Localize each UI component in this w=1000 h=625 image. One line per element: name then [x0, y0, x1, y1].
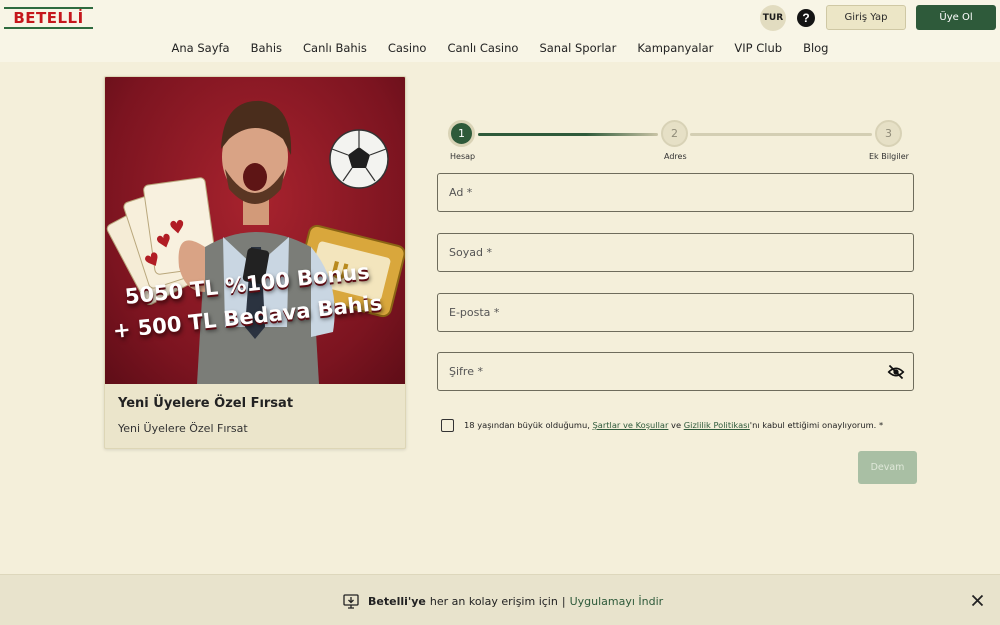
site-header: BETELLİ TUR ? Giriş Yap Üye Ol Ana Sayfa…: [0, 0, 1000, 62]
consent-text: 18 yaşından büyük olduğumu, Şartlar ve K…: [464, 420, 883, 430]
nav-item-vip-club[interactable]: VIP Club: [734, 40, 782, 56]
terms-link[interactable]: Şartlar ve Koşullar: [593, 420, 669, 430]
app-download-banner: Betelli'ye her an kolay erişim için | Uy…: [0, 574, 1000, 625]
first-name-input[interactable]: [438, 174, 913, 211]
nav-item-ana-sayfa[interactable]: Ana Sayfa: [172, 40, 230, 56]
close-icon[interactable]: [971, 594, 984, 607]
password-field-wrapper: [437, 352, 914, 391]
banner-text: her an kolay erişim için: [429, 594, 558, 608]
step-3-indicator: 3: [875, 120, 902, 147]
consent-row: 18 yaşından büyük olduğumu, Şartlar ve K…: [441, 418, 911, 432]
monitor-download-icon: [343, 593, 359, 609]
svg-text:♥: ♥: [168, 216, 187, 239]
consent-checkbox[interactable]: [441, 418, 454, 432]
nav-item-canli-casino[interactable]: Canlı Casino: [447, 40, 518, 56]
step-2-indicator: 2: [661, 120, 688, 147]
consent-and: ve: [668, 420, 684, 430]
banner-brand: Betelli'ye: [368, 594, 426, 608]
promo-banner-image: ♥ ♥ ♥ U 5050 TL %100 Bonus + 500 TL Beda…: [105, 77, 405, 384]
login-button[interactable]: Giriş Yap: [826, 5, 906, 30]
nav-item-blog[interactable]: Blog: [803, 40, 828, 56]
betelli-logo[interactable]: BETELLİ: [4, 7, 93, 29]
logo-text: BETELLİ: [13, 8, 84, 27]
privacy-link[interactable]: Gizlilik Politikası: [684, 420, 750, 430]
step-1-label: Hesap: [450, 152, 476, 161]
nav-item-sanal-sporlar[interactable]: Sanal Sporlar: [539, 40, 616, 56]
last-name-input[interactable]: [438, 234, 913, 271]
email-field-wrapper: [437, 293, 914, 332]
continue-button[interactable]: Devam: [858, 451, 917, 484]
promo-subtitle: Yeni Üyelere Özel Fırsat: [118, 422, 248, 435]
eye-off-icon[interactable]: [887, 364, 905, 380]
nav-item-kampanyalar[interactable]: Kampanyalar: [637, 40, 713, 56]
consent-prefix: 18 yaşından büyük olduğumu,: [464, 420, 593, 430]
consent-suffix: 'nı kabul ettiğimi onaylıyorum. *: [749, 420, 884, 430]
language-selector[interactable]: TUR: [760, 5, 786, 31]
email-input[interactable]: [438, 294, 913, 331]
banner-separator: |: [561, 594, 566, 608]
step-connector-1: [478, 133, 658, 136]
help-icon[interactable]: ?: [797, 9, 815, 27]
password-input[interactable]: [438, 353, 913, 390]
main-nav: Ana Sayfa Bahis Canlı Bahis Casino Canlı…: [0, 40, 1000, 56]
banner-content: Betelli'ye her an kolay erişim için | Uy…: [343, 593, 663, 609]
first-name-field-wrapper: [437, 173, 914, 212]
nav-item-casino[interactable]: Casino: [388, 40, 427, 56]
nav-item-bahis[interactable]: Bahis: [251, 40, 282, 56]
step-connector-2: [690, 133, 872, 136]
promo-card[interactable]: ♥ ♥ ♥ U 5050 TL %100 Bonus + 500 TL Beda…: [104, 76, 406, 449]
last-name-field-wrapper: [437, 233, 914, 272]
step-1-indicator: 1: [448, 120, 475, 147]
nav-item-canli-bahis[interactable]: Canlı Bahis: [303, 40, 367, 56]
register-button[interactable]: Üye Ol: [916, 5, 996, 30]
promo-title: Yeni Üyelere Özel Fırsat: [118, 396, 294, 411]
step-3-label: Ek Bilgiler: [869, 152, 909, 161]
step-2-label: Adres: [664, 152, 687, 161]
download-app-link[interactable]: Uygulamayı İndir: [570, 595, 664, 608]
